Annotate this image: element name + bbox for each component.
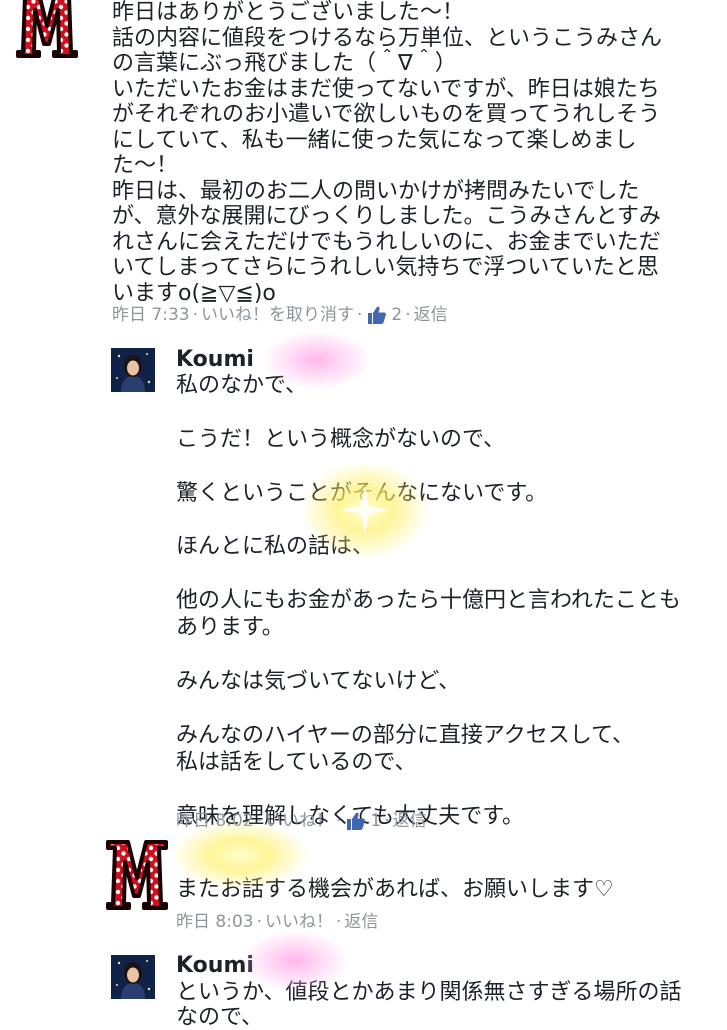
like-count: 2 xyxy=(391,305,403,325)
like-count: 1 xyxy=(370,811,382,831)
letter-m-avatar[interactable] xyxy=(104,834,170,914)
comment-meta: 昨日 8:03 · いいね！ · 返信 xyxy=(176,911,379,933)
comment-meta: 昨日 7:33 · いいね！を取り消す · 2 · 返信 xyxy=(112,304,448,326)
like-thumb-icon xyxy=(347,812,366,830)
profile-photo-icon xyxy=(111,348,155,392)
reply-link[interactable]: 返信 xyxy=(393,810,427,832)
comment-timestamp: 昨日 8:03 xyxy=(176,912,254,932)
comment-text: というか、値段とかあまり関係無さすぎる場所の話 なので、 xyxy=(176,980,682,1030)
profile-photo-avatar[interactable] xyxy=(111,955,155,999)
sparkle-icon xyxy=(340,486,390,534)
like-thumb-icon xyxy=(368,306,387,324)
comment-text: 私のなかで、 こうだ！という概念がないので、 驚くということがそんなにないです。… xyxy=(176,373,681,829)
letter-m-icon xyxy=(106,840,168,910)
comment-text: 昨日はありがとうございました〜！ 話の内容に値段をつけるなら万単位、というこうみ… xyxy=(112,0,663,306)
profile-photo-icon xyxy=(111,955,155,999)
unlike-link[interactable]: いいね！を取り消す xyxy=(201,304,354,326)
profile-photo-avatar[interactable] xyxy=(111,348,155,392)
letter-m-avatar[interactable] xyxy=(14,0,80,62)
yellow-sparkle-sticker xyxy=(170,820,310,890)
reply-link[interactable]: 返信 xyxy=(344,911,378,933)
pink-glow-sticker xyxy=(240,930,350,992)
comment-timestamp: 昨日 7:33 xyxy=(112,305,190,325)
letter-m-icon xyxy=(16,0,78,58)
reply-link[interactable]: 返信 xyxy=(414,304,448,326)
comment-author[interactable]: Koumi xyxy=(176,347,254,373)
pink-glow-sticker xyxy=(262,330,372,390)
